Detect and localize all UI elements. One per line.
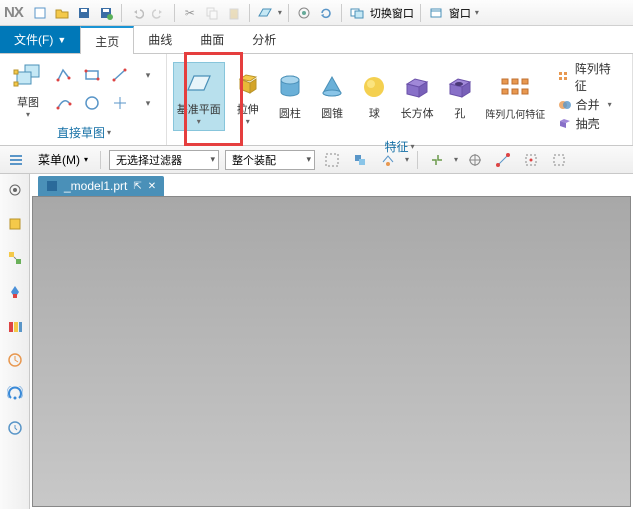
shell-link[interactable]: 抽壳 — [558, 115, 620, 132]
constraint-navigator-icon[interactable] — [5, 282, 25, 302]
part-icon — [46, 180, 58, 192]
snap-icon-2[interactable] — [464, 149, 486, 171]
pin-icon[interactable]: ⇱ — [133, 181, 141, 192]
touch-icon[interactable] — [295, 4, 313, 22]
save-icon[interactable] — [75, 4, 93, 22]
line-icon[interactable] — [108, 63, 132, 87]
new-icon[interactable] — [31, 4, 49, 22]
snap-icon-3[interactable] — [492, 149, 514, 171]
menu-surface[interactable]: 曲面 — [186, 26, 238, 53]
menu-file[interactable]: 文件(F)▼ — [0, 26, 80, 53]
block-button[interactable]: 长方体 — [398, 69, 437, 123]
window-icon[interactable] — [427, 4, 445, 22]
extrude-button[interactable]: 拉伸 ▾ — [229, 65, 267, 128]
pattern-geometry-button[interactable]: 阵列几何特征 — [483, 70, 548, 123]
cylinder-button[interactable]: 圆柱 — [271, 69, 309, 123]
snap-icon-1[interactable] — [426, 149, 448, 171]
ribbon-group-feature: 基准平面 ▾ 拉伸 ▾ 圆柱 圆锥 球 长方体 — [167, 54, 633, 145]
clock-icon[interactable] — [5, 418, 25, 438]
save-as-icon[interactable] — [97, 4, 115, 22]
web-icon[interactable] — [5, 384, 25, 404]
history-icon[interactable] — [5, 350, 25, 370]
plane-icon[interactable] — [256, 4, 274, 22]
copy-icon[interactable] — [203, 4, 221, 22]
selection-filter-icon[interactable] — [6, 149, 28, 171]
selection-bar: 菜单(M)▾ 无选择过滤器 整个装配 ▾ ▾ — [0, 146, 633, 174]
snap-icon-4[interactable] — [520, 149, 542, 171]
ribbon: 草图 ▾ ▾ ▾ 直接草图▾ 基准平面 ▾ — [0, 54, 633, 146]
open-icon[interactable] — [53, 4, 71, 22]
separator — [174, 4, 175, 22]
left-sidebar — [0, 174, 30, 509]
separator — [341, 4, 342, 22]
separator — [417, 151, 418, 169]
ribbon-group-sketch: 草图 ▾ ▾ ▾ 直接草图▾ — [0, 54, 167, 145]
sel-icon-2[interactable] — [349, 149, 371, 171]
selection-filter-dropdown[interactable]: 无选择过滤器 — [109, 150, 219, 170]
point-icon[interactable] — [108, 91, 132, 115]
cut-icon[interactable]: ✂ — [181, 4, 199, 22]
workspace: _model1.prt ⇱ ✕ — [0, 174, 633, 509]
group-label-direct-sketch: 直接草图▾ — [57, 122, 111, 143]
more-arrow-icon[interactable]: ▾ — [136, 63, 160, 87]
separator — [420, 4, 421, 22]
separator — [100, 151, 101, 169]
file-tab-strip: _model1.prt ⇱ ✕ — [30, 174, 633, 196]
reuse-library-icon[interactable] — [5, 316, 25, 336]
redo-icon[interactable] — [150, 4, 168, 22]
file-tab[interactable]: _model1.prt ⇱ ✕ — [38, 176, 164, 196]
cone-button[interactable]: 圆锥 — [313, 69, 351, 123]
switch-window-label[interactable]: 切换窗口 — [370, 5, 414, 21]
undo-icon[interactable] — [128, 4, 146, 22]
file-tab-label: _model1.prt — [64, 179, 127, 193]
window-label[interactable]: 窗口 — [449, 5, 471, 21]
switch-window-icon[interactable] — [348, 4, 366, 22]
arc-icon[interactable] — [52, 91, 76, 115]
profile-icon[interactable] — [52, 63, 76, 87]
nx-logo: NX — [4, 4, 23, 21]
dropdown-arrow-icon[interactable]: ▾ — [278, 8, 282, 17]
separator — [249, 4, 250, 22]
part-navigator-icon[interactable] — [5, 214, 25, 234]
settings-icon[interactable] — [5, 180, 25, 200]
viewport: _model1.prt ⇱ ✕ — [30, 174, 633, 509]
dropdown-arrow-icon[interactable]: ▾ — [475, 8, 479, 17]
menu-button[interactable]: 菜单(M)▾ — [34, 149, 92, 170]
snap-icon-5[interactable] — [548, 149, 570, 171]
assembly-navigator-icon[interactable] — [5, 248, 25, 268]
menu-bar: 文件(F)▼ 主页 曲线 曲面 分析 — [0, 26, 633, 54]
separator — [121, 4, 122, 22]
separator — [288, 4, 289, 22]
combine-link[interactable]: 合并▾ — [558, 96, 620, 113]
close-tab-icon[interactable]: ✕ — [148, 181, 156, 192]
datum-plane-button[interactable]: 基准平面 ▾ — [173, 62, 225, 131]
hole-button[interactable]: 孔 — [441, 69, 479, 123]
sel-icon-1[interactable] — [321, 149, 343, 171]
side-links: 阵列特征 合并▾ 抽壳 — [552, 56, 626, 136]
group-label-feature: 特征▾ — [384, 136, 414, 157]
model-canvas[interactable] — [32, 196, 631, 507]
menu-home[interactable]: 主页 — [80, 26, 134, 54]
sketch-button[interactable]: 草图 ▾ — [8, 58, 48, 121]
menu-curve[interactable]: 曲线 — [134, 26, 186, 53]
rectangle-icon[interactable] — [80, 63, 104, 87]
pattern-feature-link[interactable]: 阵列特征 — [558, 60, 620, 94]
repeat-icon[interactable] — [317, 4, 335, 22]
paste-icon[interactable] — [225, 4, 243, 22]
circle-icon[interactable] — [80, 91, 104, 115]
assembly-scope-dropdown[interactable]: 整个装配 — [225, 150, 315, 170]
sketch-tools-grid: ▾ ▾ — [52, 63, 160, 115]
sphere-button[interactable]: 球 — [355, 69, 393, 123]
title-bar: NX ✂ ▾ 切换窗口 窗口 ▾ — [0, 0, 633, 26]
menu-analyze[interactable]: 分析 — [238, 26, 290, 53]
dropdown-arrow-icon[interactable]: ▾ — [454, 155, 458, 164]
more-arrow-icon[interactable]: ▾ — [136, 91, 160, 115]
